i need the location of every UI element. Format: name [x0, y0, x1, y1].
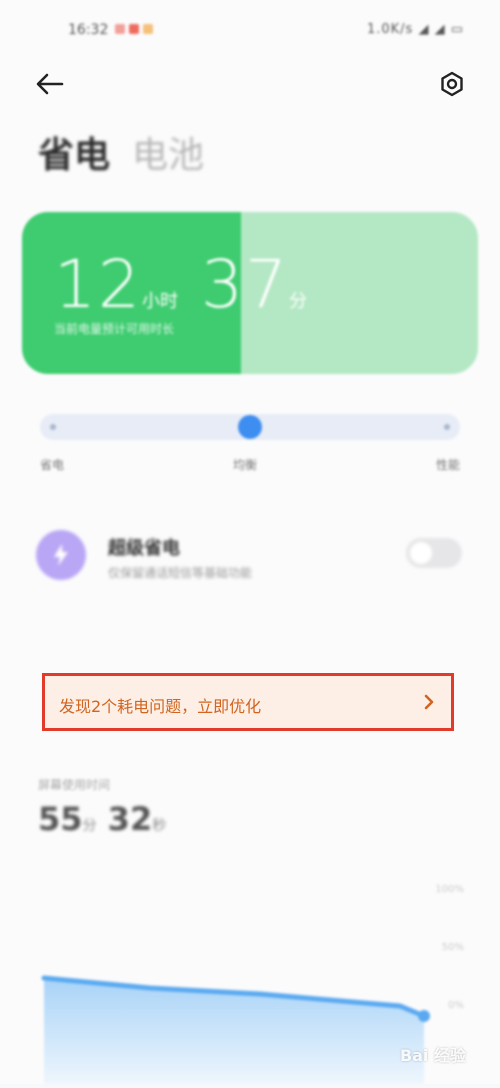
- slider-label-performance: 性能: [435, 458, 460, 472]
- gear-icon: [441, 71, 463, 97]
- ultra-saver-icon-badge: [36, 530, 86, 580]
- slider-label-saving: 省电: [40, 458, 65, 472]
- chevron-right-icon: [424, 694, 434, 710]
- notification-icon: [129, 24, 139, 34]
- screen: 16:32 1.0K/s ◢ ◢ ▭ 省电 电池 12小时 37分 当前电量预计…: [0, 0, 500, 1084]
- slider-labels: 省电 均衡 性能: [40, 456, 460, 476]
- lightning-icon: [54, 544, 68, 566]
- usage-seconds-unit: 秒: [152, 818, 167, 834]
- ultra-power-saving-row[interactable]: 超级省电 仅保留通话短信等基础功能: [36, 526, 466, 586]
- usage-minutes-unit: 分: [82, 818, 97, 834]
- status-time: 16:32: [68, 22, 109, 38]
- notification-icons: [115, 24, 153, 34]
- chart-tick-label: 100%: [435, 884, 464, 895]
- back-button[interactable]: [32, 66, 68, 102]
- tab-power-saving[interactable]: 省电: [38, 126, 110, 178]
- ultra-saver-title: 超级省电: [108, 538, 180, 559]
- slider-stop: [50, 424, 56, 430]
- battery-subtitle: 当前电量预计可用时长: [54, 322, 175, 336]
- status-indicators: 1.0K/s ◢ ◢ ▭: [366, 22, 464, 37]
- tab-battery[interactable]: 电池: [132, 126, 204, 178]
- status-bar: 16:32 1.0K/s ◢ ◢ ▭: [0, 0, 500, 56]
- minutes-unit: 分: [288, 291, 307, 312]
- usage-value: 55分 32秒: [38, 800, 166, 838]
- hours-unit: 小时: [141, 291, 178, 312]
- usage-seconds: 32: [107, 800, 153, 838]
- chart-tick-label: 50%: [441, 942, 464, 953]
- slider-stop: [444, 424, 450, 430]
- chart-tick-label: 0%: [448, 1000, 464, 1011]
- slider-thumb[interactable]: [238, 415, 262, 439]
- remaining-minutes: 37: [200, 246, 289, 323]
- notification-icon: [143, 24, 153, 34]
- notification-icon: [115, 24, 125, 34]
- watermark: Bai 经验: [399, 1046, 466, 1065]
- usage-minutes: 55: [38, 800, 83, 838]
- usage-label: 屏幕使用时间: [38, 778, 111, 792]
- remaining-hours: 12: [54, 246, 142, 323]
- tab-bar: 省电 电池: [38, 126, 204, 178]
- power-mode-slider[interactable]: [40, 414, 460, 440]
- remaining-time: 12小时 37分: [54, 246, 307, 323]
- optimize-banner-text: 发现2个耗电问题，立即优化: [59, 697, 262, 716]
- settings-button[interactable]: [434, 66, 470, 102]
- optimize-banner[interactable]: 发现2个耗电问题，立即优化: [42, 673, 454, 731]
- ultra-saver-toggle[interactable]: [406, 538, 462, 568]
- ultra-saver-subtitle: 仅保留通话短信等基础功能: [108, 566, 253, 580]
- chart-current-point: [418, 1010, 430, 1022]
- slider-label-balanced: 均衡: [233, 458, 258, 472]
- arrow-left-icon: [36, 73, 64, 95]
- battery-card: 12小时 37分 当前电量预计可用时长: [22, 212, 478, 374]
